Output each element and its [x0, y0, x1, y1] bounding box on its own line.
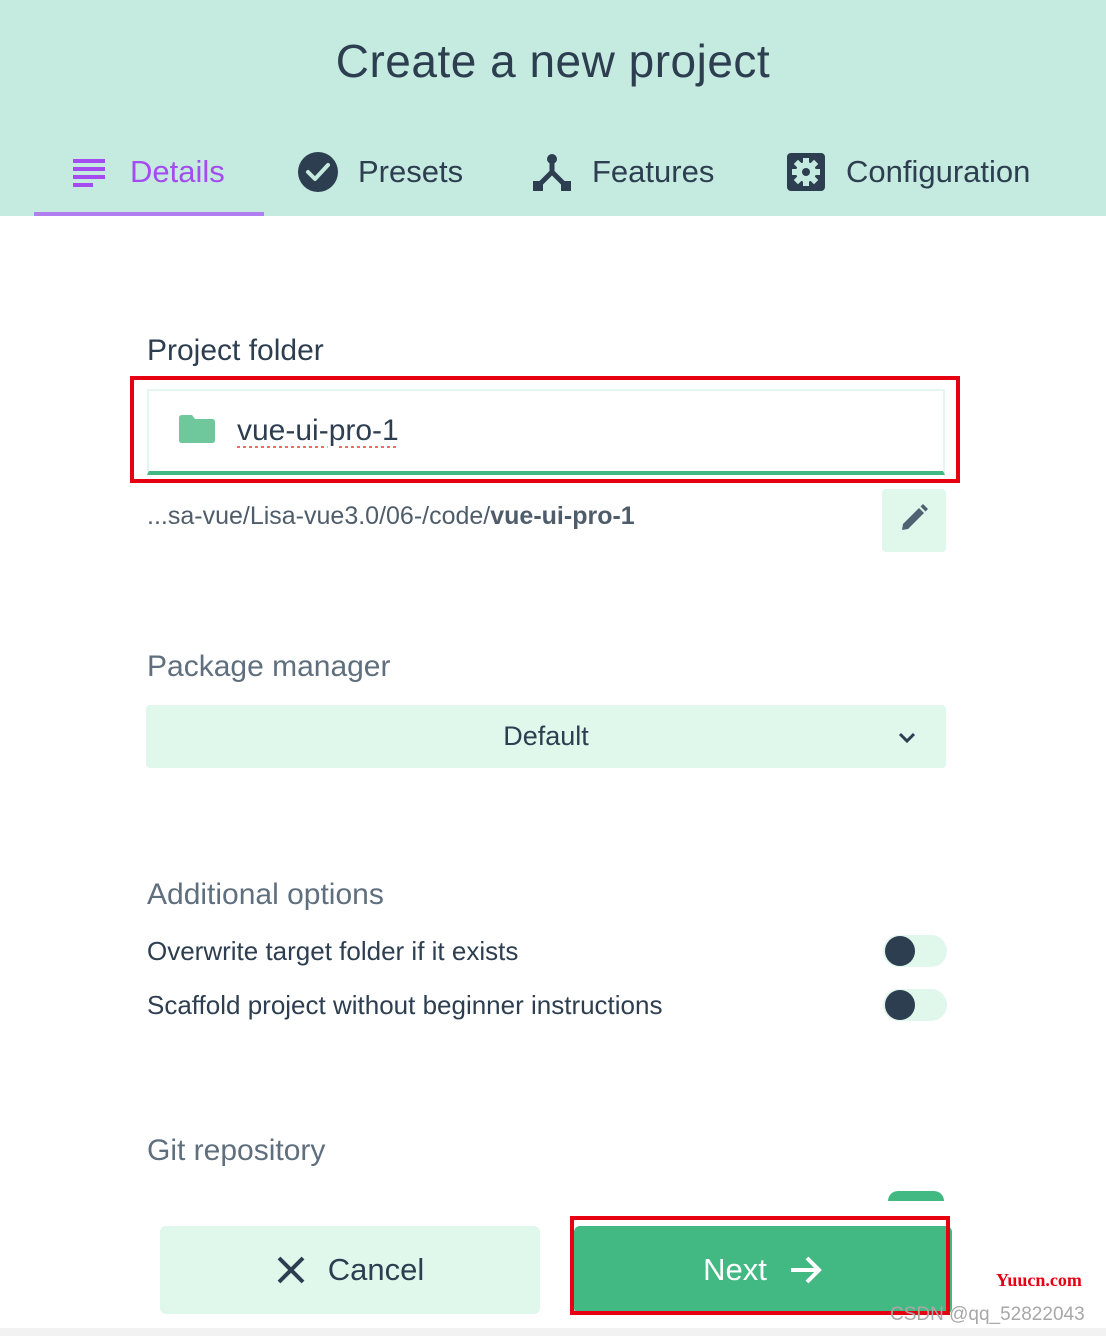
tab-presets[interactable]: Presets [296, 140, 463, 216]
pencil-icon [900, 504, 928, 537]
tab-label: Details [130, 154, 225, 189]
option-label: Scaffold project without beginner instru… [147, 989, 663, 1020]
project-path: ...sa-vue/Lisa-vue3.0/06-/code/vue-ui-pr… [147, 502, 635, 531]
folder-icon [179, 414, 215, 448]
toggle-knob [885, 936, 915, 966]
cancel-button[interactable]: Cancel [160, 1226, 540, 1314]
close-icon [276, 1255, 306, 1285]
option-scaffold: Scaffold project without beginner instru… [147, 985, 947, 1025]
package-manager-value: Default [503, 721, 589, 751]
tab-details[interactable]: Details [34, 140, 264, 216]
watermark-author: CSDN @qq_52822043 [890, 1304, 1085, 1325]
cancel-label: Cancel [327, 1252, 425, 1287]
list-icon [68, 150, 112, 194]
project-folder-field[interactable] [147, 389, 945, 475]
scaffold-toggle[interactable] [883, 989, 947, 1021]
watermark-site: Yuucn.com [996, 1270, 1082, 1290]
arrow-right-icon [789, 1255, 823, 1285]
git-toggle[interactable] [888, 1191, 944, 1201]
tab-label: Presets [358, 154, 464, 189]
next-label: Next [703, 1252, 767, 1287]
option-label: Overwrite target folder if it exists [147, 935, 519, 966]
next-button[interactable]: Next [574, 1226, 952, 1314]
edit-path-button[interactable] [882, 489, 946, 552]
tab-features[interactable]: Features [530, 140, 714, 216]
additional-options-label: Additional options [147, 878, 384, 911]
option-overwrite: Overwrite target folder if it exists [147, 931, 947, 971]
package-manager-label: Package manager [147, 650, 391, 683]
call-split-icon [530, 150, 574, 194]
project-folder-label: Project folder [147, 334, 324, 367]
toggle-knob [885, 990, 915, 1020]
project-folder-input[interactable] [237, 414, 837, 448]
path-name: vue-ui-pro-1 [490, 502, 635, 530]
overwrite-toggle[interactable] [883, 935, 947, 967]
tab-label: Features [592, 154, 715, 189]
tab-configuration[interactable]: Configuration [784, 140, 1030, 216]
chevron-down-icon [898, 725, 916, 756]
package-manager-select[interactable]: Default [146, 705, 946, 768]
header: Create a new project Details Presets Fea… [0, 0, 1106, 216]
bottom-strip [0, 1328, 1106, 1336]
git-repository-label: Git repository [147, 1134, 326, 1167]
path-prefix: ...sa-vue/Lisa-vue3.0/06-/code/ [147, 502, 491, 530]
check-circle-icon [296, 150, 340, 194]
page-title: Create a new project [335, 35, 771, 87]
settings-gear-icon [784, 150, 828, 194]
tab-label: Configuration [846, 154, 1031, 189]
